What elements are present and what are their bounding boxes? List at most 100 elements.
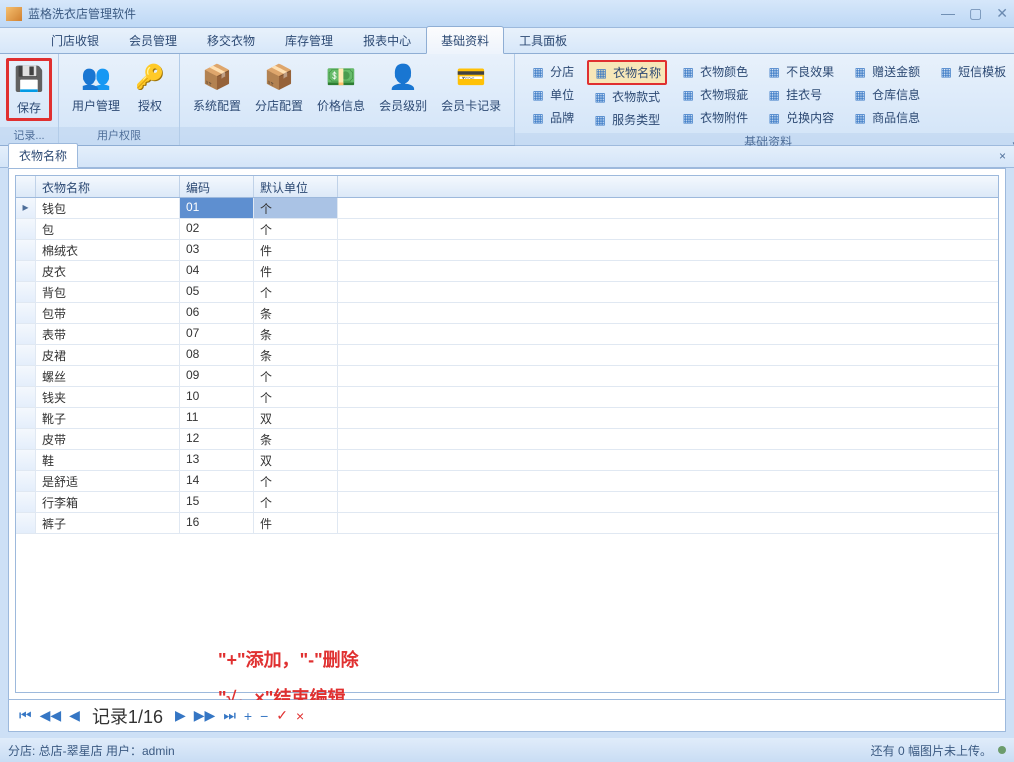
- menu-tab-1[interactable]: 会员管理: [114, 26, 192, 53]
- cell-name[interactable]: 钱包: [36, 198, 180, 218]
- basedata-item-col4-1[interactable]: ▦挂衣号: [761, 83, 839, 106]
- table-row[interactable]: 皮衣04件: [16, 261, 998, 282]
- memberlevel-button[interactable]: 👤会员级别: [372, 58, 434, 117]
- cell-unit[interactable]: 个: [254, 471, 338, 491]
- subtab-close-icon[interactable]: ×: [999, 149, 1006, 163]
- cell-name[interactable]: 背包: [36, 282, 180, 302]
- cell-code[interactable]: 09: [180, 366, 254, 386]
- priceinfo-button[interactable]: 💵价格信息: [310, 58, 372, 117]
- cell-unit[interactable]: 个: [254, 219, 338, 239]
- basedata-item-col4-2[interactable]: ▦兑换内容: [761, 106, 839, 129]
- nav-first-button[interactable]: ⏮: [15, 707, 36, 724]
- nav-prevpage-button[interactable]: ◀◀: [36, 707, 66, 724]
- cell-code[interactable]: 10: [180, 387, 254, 407]
- table-row[interactable]: 皮带12条: [16, 429, 998, 450]
- nav-delete-button[interactable]: −: [256, 708, 272, 724]
- cell-name[interactable]: 行李箱: [36, 492, 180, 512]
- nav-prev-button[interactable]: ◀: [65, 707, 84, 724]
- user-manage-button[interactable]: 👥 用户管理: [65, 58, 127, 117]
- authorize-button[interactable]: 🔑 授权: [127, 58, 173, 117]
- cell-code[interactable]: 06: [180, 303, 254, 323]
- col-header-unit[interactable]: 默认单位: [254, 176, 338, 197]
- sysconfig-button[interactable]: 📦系统配置: [186, 58, 248, 117]
- table-row[interactable]: 包带06条: [16, 303, 998, 324]
- cell-unit[interactable]: 双: [254, 450, 338, 470]
- cell-name[interactable]: 包: [36, 219, 180, 239]
- basedata-item-col2-1[interactable]: ▦衣物款式: [587, 85, 667, 108]
- cell-name[interactable]: 螺丝: [36, 366, 180, 386]
- cell-code[interactable]: 14: [180, 471, 254, 491]
- cell-code[interactable]: 13: [180, 450, 254, 470]
- col-header-name[interactable]: 衣物名称: [36, 176, 180, 197]
- nav-nextpage-button[interactable]: ▶▶: [190, 707, 220, 724]
- basedata-item-col3-0[interactable]: ▦衣物颜色: [675, 60, 753, 83]
- cell-code[interactable]: 12: [180, 429, 254, 449]
- basedata-item-col5-1[interactable]: ▦仓库信息: [847, 83, 925, 106]
- cell-unit[interactable]: 个: [254, 198, 338, 218]
- cell-unit[interactable]: 条: [254, 303, 338, 323]
- cell-code[interactable]: 11: [180, 408, 254, 428]
- cell-code[interactable]: 16: [180, 513, 254, 533]
- basedata-item-col1-2[interactable]: ▦品牌: [525, 106, 579, 129]
- table-row[interactable]: 是舒适14个: [16, 471, 998, 492]
- table-row[interactable]: 螺丝09个: [16, 366, 998, 387]
- nav-next-button[interactable]: ▶: [171, 707, 190, 724]
- nav-confirm-button[interactable]: ✓: [272, 707, 292, 724]
- basedata-item-col6-0[interactable]: ▦短信模板: [933, 60, 1011, 83]
- menu-tab-4[interactable]: 报表中心: [348, 26, 426, 53]
- cell-unit[interactable]: 个: [254, 282, 338, 302]
- cell-name[interactable]: 包带: [36, 303, 180, 323]
- cell-name[interactable]: 表带: [36, 324, 180, 344]
- cell-code[interactable]: 08: [180, 345, 254, 365]
- cell-unit[interactable]: 条: [254, 429, 338, 449]
- cell-name[interactable]: 皮裙: [36, 345, 180, 365]
- cell-code[interactable]: 07: [180, 324, 254, 344]
- maximize-button[interactable]: ▢: [969, 5, 982, 22]
- cell-unit[interactable]: 条: [254, 324, 338, 344]
- cell-code[interactable]: 02: [180, 219, 254, 239]
- table-row[interactable]: 包02个: [16, 219, 998, 240]
- cell-unit[interactable]: 件: [254, 261, 338, 281]
- menu-tab-2[interactable]: 移交衣物: [192, 26, 270, 53]
- basedata-item-col1-1[interactable]: ▦单位: [525, 83, 579, 106]
- cell-name[interactable]: 鞋: [36, 450, 180, 470]
- menu-tab-6[interactable]: 工具面板: [504, 26, 582, 53]
- cell-unit[interactable]: 双: [254, 408, 338, 428]
- cell-unit[interactable]: 条: [254, 345, 338, 365]
- cell-name[interactable]: 钱夹: [36, 387, 180, 407]
- table-row[interactable]: 行李箱15个: [16, 492, 998, 513]
- nav-cancel-button[interactable]: ×: [292, 708, 308, 724]
- table-row[interactable]: 鞋13双: [16, 450, 998, 471]
- cardrecord-button[interactable]: 💳会员卡记录: [434, 58, 508, 117]
- table-row[interactable]: 背包05个: [16, 282, 998, 303]
- subtab-clothname[interactable]: 衣物名称: [8, 143, 78, 168]
- menu-tab-0[interactable]: 门店收银: [36, 26, 114, 53]
- col-header-code[interactable]: 编码: [180, 176, 254, 197]
- table-row[interactable]: 表带07条: [16, 324, 998, 345]
- cell-unit[interactable]: 个: [254, 366, 338, 386]
- table-row[interactable]: 皮裙08条: [16, 345, 998, 366]
- cell-unit[interactable]: 个: [254, 492, 338, 512]
- close-window-button[interactable]: ✕: [996, 5, 1008, 22]
- basedata-item-col2-2[interactable]: ▦服务类型: [587, 108, 667, 131]
- cell-name[interactable]: 皮衣: [36, 261, 180, 281]
- cell-code[interactable]: 05: [180, 282, 254, 302]
- cell-name[interactable]: 皮带: [36, 429, 180, 449]
- basedata-item-col5-2[interactable]: ▦商品信息: [847, 106, 925, 129]
- cell-code[interactable]: 01: [180, 198, 254, 218]
- menu-tab-5[interactable]: 基础资料: [426, 26, 504, 54]
- table-row[interactable]: 棉绒衣03件: [16, 240, 998, 261]
- cell-name[interactable]: 棉绒衣: [36, 240, 180, 260]
- cell-name[interactable]: 靴子: [36, 408, 180, 428]
- basedata-item-col5-0[interactable]: ▦赠送金额: [847, 60, 925, 83]
- table-row[interactable]: 钱夹10个: [16, 387, 998, 408]
- basedata-item-col4-0[interactable]: ▦不良效果: [761, 60, 839, 83]
- nav-last-button[interactable]: ⏭: [219, 707, 240, 724]
- cell-code[interactable]: 15: [180, 492, 254, 512]
- cell-code[interactable]: 03: [180, 240, 254, 260]
- basedata-item-col2-0[interactable]: ▦衣物名称: [587, 60, 667, 85]
- table-row[interactable]: 靴子11双: [16, 408, 998, 429]
- cell-name[interactable]: 是舒适: [36, 471, 180, 491]
- nav-add-button[interactable]: +: [240, 708, 256, 724]
- basedata-item-col3-1[interactable]: ▦衣物瑕疵: [675, 83, 753, 106]
